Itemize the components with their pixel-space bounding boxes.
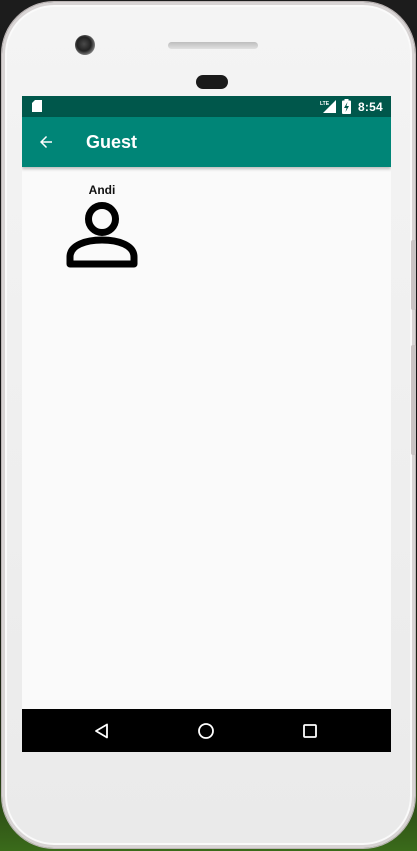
lte-signal-icon: LTE <box>320 100 336 113</box>
power-button <box>411 240 416 310</box>
recents-square-icon <box>303 724 317 738</box>
home-circle-icon <box>198 723 214 739</box>
arrow-back-icon <box>40 136 52 148</box>
back-button[interactable] <box>32 128 60 156</box>
network-label: LTE <box>320 101 330 107</box>
guest-list: Andi <box>22 167 391 709</box>
front-camera <box>75 35 95 55</box>
app-screen: LTE 8:54 Guest Andi <box>22 96 391 752</box>
nav-home-button[interactable] <box>195 720 217 742</box>
page-title: Guest <box>86 132 138 152</box>
nav-recents-button[interactable] <box>299 720 321 742</box>
back-triangle-icon <box>95 723 108 739</box>
proximity-sensor <box>196 75 228 89</box>
system-nav-bar <box>22 709 391 752</box>
status-time: 8:54 <box>358 100 383 114</box>
nav-back-button[interactable] <box>91 720 113 742</box>
guest-name: Andi <box>88 183 116 197</box>
sd-card-icon <box>32 100 42 112</box>
status-bar: LTE 8:54 <box>22 96 391 117</box>
battery-charging-icon <box>342 99 351 114</box>
guest-item[interactable]: Andi <box>62 183 142 273</box>
volume-button <box>411 345 416 455</box>
person-icon <box>66 202 138 268</box>
app-toolbar: Guest <box>22 117 391 167</box>
earpiece-speaker <box>168 42 258 49</box>
